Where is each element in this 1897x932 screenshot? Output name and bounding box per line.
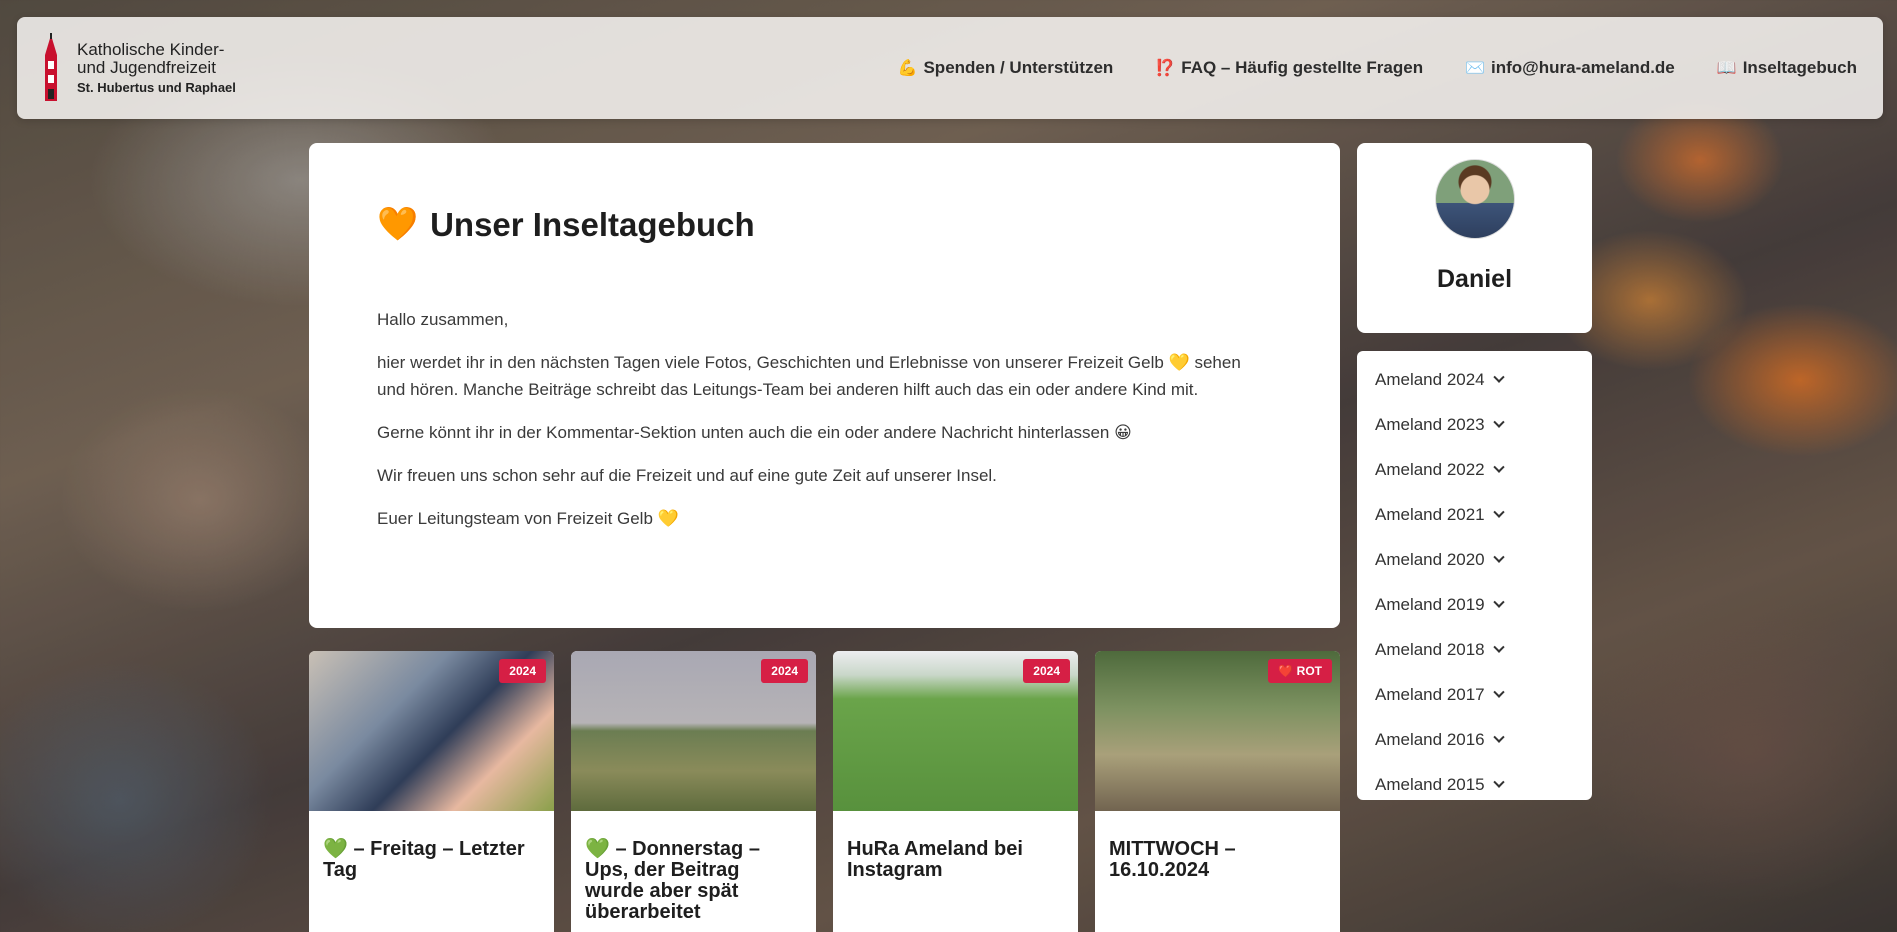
archive-label: Ameland 2022 — [1375, 459, 1485, 479]
author-name: Daniel — [1436, 265, 1513, 293]
post-card[interactable]: 2024 💚 – Freitag – Letzter Tag — [309, 651, 554, 932]
post-badge: 2024 — [761, 659, 808, 683]
page-title-text: Unser Inseltagebuch — [430, 205, 755, 243]
orange-heart-icon: 🧡 — [377, 205, 419, 242]
nav-donate-label: Spenden / Unterstützen — [923, 58, 1114, 77]
archive-label: Ameland 2017 — [1375, 684, 1485, 704]
archive-label: Ameland 2018 — [1375, 639, 1485, 659]
open-book-icon: 📖 — [1716, 60, 1737, 77]
nav-faq[interactable]: ⁉️ FAQ – Häufig gestellte Fragen — [1155, 58, 1423, 78]
church-tower-icon — [45, 33, 57, 101]
post-badge: ❤️ ROT — [1268, 659, 1332, 683]
post-grid: 2024 💚 – Freitag – Letzter Tag 2024 💚 – … — [309, 651, 1340, 932]
flexed-arm-icon: 💪 — [897, 60, 918, 77]
nav-diary[interactable]: 📖 Inseltagebuch — [1717, 58, 1857, 78]
post-card[interactable]: ❤️ ROT MITTWOCH – 16.10.2024 — [1095, 651, 1340, 932]
archive-item-2018[interactable]: Ameland 2018 — [1375, 627, 1592, 672]
archive-item-2019[interactable]: Ameland 2019 — [1375, 582, 1592, 627]
archive-item-2021[interactable]: Ameland 2021 — [1375, 492, 1592, 537]
brand-title-line1: Katholische Kinder- — [77, 39, 225, 59]
intro-paragraph: hier werdet ihr in den nächsten Tagen vi… — [377, 353, 1241, 399]
post-thumbnail[interactable]: 2024 — [833, 651, 1078, 811]
post-badge: 2024 — [499, 659, 546, 683]
intro-paragraph: Wir freuen uns schon sehr auf die Freize… — [377, 466, 997, 485]
archive-item-2016[interactable]: Ameland 2016 — [1375, 717, 1592, 762]
chevron-down-icon — [1492, 506, 1505, 518]
nav-donate[interactable]: 💪 Spenden / Unterstützen — [898, 58, 1114, 78]
site-logo[interactable]: Katholische Kinder- und Jugendfreizeit S… — [39, 33, 236, 103]
archive-item-2015[interactable]: Ameland 2015 — [1375, 762, 1592, 807]
nav-faq-label: FAQ – Häufig gestellte Fragen — [1181, 58, 1424, 77]
chevron-down-icon — [1492, 551, 1505, 563]
archive-label: Ameland 2024 — [1375, 369, 1485, 389]
intro-card: 🧡 Unser Inseltagebuch Hallo zusammen, hi… — [309, 143, 1340, 628]
page-title: 🧡 Unser Inseltagebuch — [377, 205, 1272, 244]
archive-item-2022[interactable]: Ameland 2022 — [1375, 447, 1592, 492]
author-card: Daniel — [1357, 143, 1592, 333]
post-card[interactable]: 2024 HuRa Ameland bei Instagram — [833, 651, 1078, 932]
chevron-down-icon — [1492, 641, 1505, 653]
chevron-down-icon — [1492, 776, 1505, 788]
archive-item-2023[interactable]: Ameland 2023 — [1375, 402, 1592, 447]
chevron-down-icon — [1492, 686, 1505, 698]
post-title[interactable]: 💚 – Donnerstag – Ups, der Beitrag wurde … — [571, 811, 816, 923]
post-card[interactable]: 2024 💚 – Donnerstag – Ups, der Beitrag w… — [571, 651, 816, 932]
intro-paragraph: Euer Leitungsteam von Freizeit Gelb 💛 — [377, 509, 679, 528]
post-title[interactable]: MITTWOCH – 16.10.2024 — [1095, 811, 1340, 881]
envelope-icon: ✉️ — [1465, 60, 1485, 77]
chevron-down-icon — [1492, 596, 1505, 608]
nav-email-label: info@hura-ameland.de — [1491, 58, 1675, 77]
post-title[interactable]: HuRa Ameland bei Instagram — [833, 811, 1078, 881]
intro-paragraph: Gerne könnt ihr in der Kommentar-Sektion… — [377, 423, 1132, 442]
post-title[interactable]: 💚 – Freitag – Letzter Tag — [309, 811, 554, 881]
nav-email[interactable]: ✉️ info@hura-ameland.de — [1465, 58, 1675, 78]
archive-label: Ameland 2021 — [1375, 504, 1485, 524]
brand-subtitle: St. Hubertus und Raphael — [77, 80, 236, 96]
chevron-down-icon — [1492, 461, 1505, 473]
archive-label: Ameland 2015 — [1375, 774, 1485, 794]
archive-label: Ameland 2016 — [1375, 729, 1485, 749]
intro-text: Hallo zusammen, hier werdet ihr in den n… — [377, 306, 1272, 532]
archive-item-2017[interactable]: Ameland 2017 — [1375, 672, 1592, 717]
archive-item-2024[interactable]: Ameland 2024 — [1375, 357, 1592, 402]
nav-diary-label: Inseltagebuch — [1742, 58, 1857, 77]
main-nav: 💪 Spenden / Unterstützen ⁉️ FAQ – Häufig… — [898, 58, 1857, 78]
chevron-down-icon — [1492, 731, 1505, 743]
archive-label: Ameland 2023 — [1375, 414, 1485, 434]
avatar[interactable] — [1434, 159, 1515, 239]
post-thumbnail[interactable]: ❤️ ROT — [1095, 651, 1340, 811]
chevron-down-icon — [1492, 416, 1505, 428]
chevron-down-icon — [1492, 371, 1505, 383]
post-badge: 2024 — [1023, 659, 1070, 683]
archive-label: Ameland 2020 — [1375, 549, 1485, 569]
archive-item-2020[interactable]: Ameland 2020 — [1375, 537, 1592, 582]
question-exclamation-icon: ⁉️ — [1155, 60, 1176, 77]
site-header: Katholische Kinder- und Jugendfreizeit S… — [17, 17, 1883, 119]
post-thumbnail[interactable]: 2024 — [309, 651, 554, 811]
intro-paragraph: Hallo zusammen, — [377, 310, 509, 329]
archive-menu: Ameland 2024 Ameland 2023 Ameland 2022 A… — [1357, 351, 1592, 800]
archive-label: Ameland 2019 — [1375, 594, 1485, 614]
post-thumbnail[interactable]: 2024 — [571, 651, 816, 811]
brand-title-line2: und Jugendfreizeit — [77, 58, 216, 78]
